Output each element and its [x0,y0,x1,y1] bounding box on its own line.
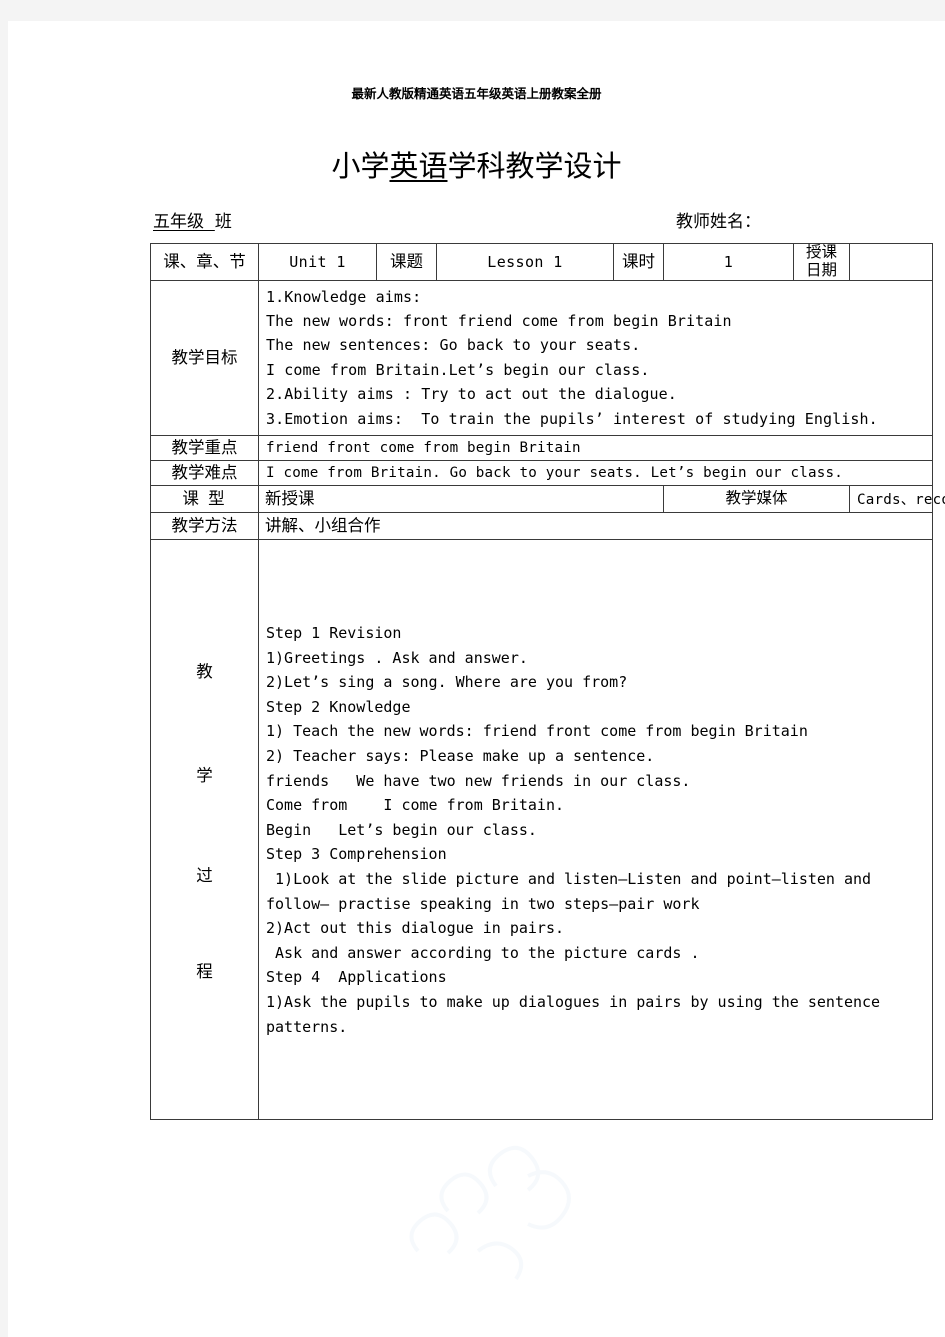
process-char-4: 程 [196,962,213,982]
label-teaching-media: 教学媒体 [663,485,850,514]
table-row-process: 教 学 过 程 Step 1 Revision 1)Greetings . As… [150,539,933,1121]
document-header-text: 最新人教版精通英语五年级英语上册教案全册 [351,86,602,101]
label-teaching-date: 授课 日期 [793,243,850,281]
title-prefix: 小学 [331,149,390,183]
title-subject-underlined: 英语 [389,149,448,183]
table-row-lesson-info: 课、章、节 Unit 1 课题 Lesson 1 课时 1 授课 日期 [150,243,933,281]
process-char-1: 教 [196,662,213,682]
label-methods: 教学方法 [150,512,259,541]
value-lesson-type[interactable]: 新授课 [258,485,664,514]
value-teaching-process[interactable]: Step 1 Revision 1)Greetings . Ask and an… [258,539,933,1121]
grade-line: 五年级 班 [153,207,232,232]
value-unit[interactable]: Unit 1 [258,243,377,281]
table-row-objectives: 教学目标 1.Knowledge aims: The new words: fr… [150,279,933,437]
grade-suffix: 班 [214,212,232,232]
value-teaching-date[interactable] [849,243,933,281]
table-row-difficulties: 教学难点 I come from Britain. Go back to you… [150,460,933,487]
lesson-plan-table: 课、章、节 Unit 1 课题 Lesson 1 课时 1 授课 日期 教学目标… [150,243,945,1121]
value-objectives[interactable]: 1.Knowledge aims: The new words: front f… [258,279,933,437]
label-difficulties: 教学难点 [150,460,259,487]
process-char-2: 学 [196,766,213,786]
value-methods[interactable]: 讲解、小组合作 [258,512,933,541]
label-teaching-process: 教 学 过 程 [150,539,259,1121]
watermark-glyph [378,1136,618,1286]
page-watermark [378,1136,618,1286]
value-difficulties[interactable]: I come from Britain. Go back to your sea… [258,460,933,487]
value-periods[interactable]: 1 [663,243,794,281]
value-teaching-media[interactable]: Cards、recorder [849,485,945,514]
grade-value: 五年级 [153,212,204,232]
label-topic: 课题 [376,243,437,281]
table-row-methods: 教学方法 讲解、小组合作 [150,512,933,541]
process-char-3: 过 [196,866,213,886]
page-title: 小学英语学科教学设计 [8,143,945,185]
label-lesson-type: 课 型 [150,485,259,514]
table-row-lesson-type: 课 型 新授课 教学媒体 Cards、recorder [150,485,945,514]
label-chapter: 课、章、节 [150,243,259,281]
teacher-name-label: 教师姓名： [676,212,761,232]
label-key-points: 教学重点 [150,435,259,462]
title-suffix: 学科教学设计 [447,149,622,183]
table-row-key-points: 教学重点 friend front come from begin Britai… [150,435,933,462]
value-topic[interactable]: Lesson 1 [436,243,614,281]
label-objectives: 教学目标 [150,279,259,437]
label-periods: 课时 [613,243,664,281]
value-key-points[interactable]: friend front come from begin Britain [258,435,933,462]
document-page: 最新人教版精通英语五年级英语上册教案全册 小学英语学科教学设计 五年级 班 教师… [8,21,945,1337]
grade-blank [204,212,215,232]
